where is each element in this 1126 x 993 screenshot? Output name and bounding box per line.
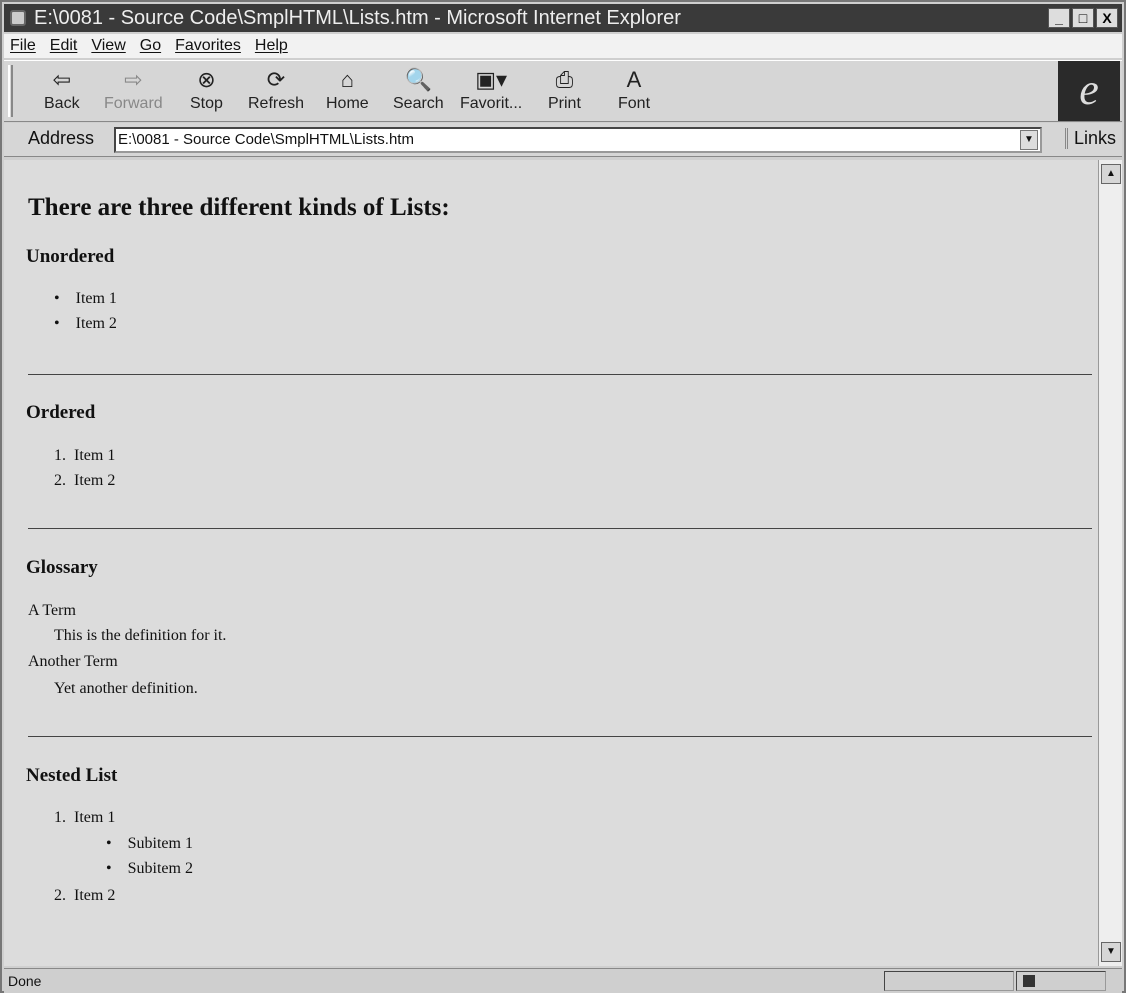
back-arrow-icon: ⇦ — [52, 67, 71, 92]
menu-bar: File Edit View Go Favorites Help — [4, 34, 1122, 58]
address-label: Address — [28, 128, 95, 148]
page-content: There are three different kinds of Lists… — [4, 160, 1098, 966]
ie-logo: e — [1058, 61, 1120, 121]
divider — [28, 374, 1092, 375]
sublist-item: • Subitem 1 — [106, 835, 193, 852]
status-text: Done — [8, 973, 42, 989]
address-bar: Address E:\0081 - Source Code\SmplHTML\L… — [4, 123, 1122, 157]
glossary-term: A Term — [28, 602, 76, 619]
close-button[interactable]: X — [1096, 8, 1118, 28]
font-button[interactable]: A Font — [618, 65, 650, 113]
links-button[interactable]: Links — [1064, 128, 1116, 149]
page-heading: There are three different kinds of Lists… — [28, 194, 450, 221]
scroll-up-icon[interactable]: ▲ — [1101, 164, 1121, 184]
address-input[interactable]: E:\0081 - Source Code\SmplHTML\Lists.htm… — [114, 127, 1042, 153]
printer-icon: ⎙ — [555, 67, 574, 92]
home-button[interactable]: ⌂ Home — [326, 65, 369, 113]
glossary-heading: Glossary — [26, 557, 98, 578]
divider — [28, 528, 1092, 529]
menu-go[interactable]: Go — [140, 34, 161, 58]
print-button[interactable]: ⎙ Print — [548, 65, 581, 113]
search-icon: 🔍 — [404, 67, 433, 92]
divider — [28, 736, 1092, 737]
toolbar: ⇦ Back ⇨ Forward ⊗ Stop ⟳ Refresh ⌂ Home 🔍 Sea… — [4, 60, 1122, 122]
menu-favorites[interactable]: Favorites — [175, 34, 241, 58]
list-item: 1. Item 1 — [54, 809, 116, 826]
sublist-item: • Subitem 2 — [106, 860, 193, 877]
status-pane — [884, 971, 1014, 991]
favorites-folder-icon: ▣▾ — [475, 67, 508, 92]
computer-zone-icon — [1023, 975, 1035, 987]
app-icon — [10, 10, 26, 26]
list-item: 2. Item 2 — [54, 472, 116, 489]
forward-arrow-icon: ⇨ — [124, 67, 143, 92]
list-item: 2. Item 2 — [54, 887, 116, 904]
glossary-definition: This is the definition for it. — [54, 627, 227, 644]
list-item: • Item 1 — [54, 290, 117, 307]
home-icon: ⌂ — [340, 67, 354, 92]
browser-window: E:\0081 - Source Code\SmplHTML\Lists.htm… — [0, 0, 1126, 993]
forward-button[interactable]: ⇨ Forward — [104, 65, 163, 113]
glossary-term: Another Term — [28, 653, 118, 670]
back-button[interactable]: ⇦ Back — [44, 65, 80, 113]
vertical-scrollbar[interactable]: ▲ ▼ — [1098, 160, 1122, 966]
stop-icon: ⊗ — [197, 67, 216, 92]
menu-edit[interactable]: Edit — [50, 34, 78, 58]
scroll-down-icon[interactable]: ▼ — [1101, 942, 1121, 962]
refresh-button[interactable]: ⟳ Refresh — [248, 65, 304, 113]
unordered-heading: Unordered — [26, 246, 115, 267]
zone-pane — [1016, 971, 1106, 991]
search-button[interactable]: 🔍 Search — [393, 65, 444, 113]
stop-button[interactable]: ⊗ Stop — [190, 65, 223, 113]
menu-file[interactable]: File — [10, 34, 36, 58]
ordered-heading: Ordered — [26, 402, 96, 423]
list-item: • Item 2 — [54, 315, 117, 332]
window-title: E:\0081 - Source Code\SmplHTML\Lists.htm… — [34, 7, 681, 29]
title-bar: E:\0081 - Source Code\SmplHTML\Lists.htm… — [4, 4, 1122, 32]
maximize-button[interactable]: □ — [1072, 8, 1094, 28]
favorites-button[interactable]: ▣▾ Favorit... — [460, 65, 522, 113]
toolbar-grip[interactable] — [8, 65, 13, 117]
menu-help[interactable]: Help — [255, 34, 288, 58]
glossary-definition: Yet another definition. — [54, 680, 198, 697]
status-bar: Done — [4, 968, 1122, 993]
list-item: 1. Item 1 — [54, 447, 116, 464]
font-icon: A — [626, 67, 642, 92]
chevron-down-icon[interactable]: ▼ — [1020, 130, 1038, 150]
menu-view[interactable]: View — [91, 34, 125, 58]
minimize-button[interactable]: _ — [1048, 8, 1070, 28]
refresh-icon: ⟳ — [266, 67, 286, 92]
nested-heading: Nested List — [26, 765, 118, 786]
